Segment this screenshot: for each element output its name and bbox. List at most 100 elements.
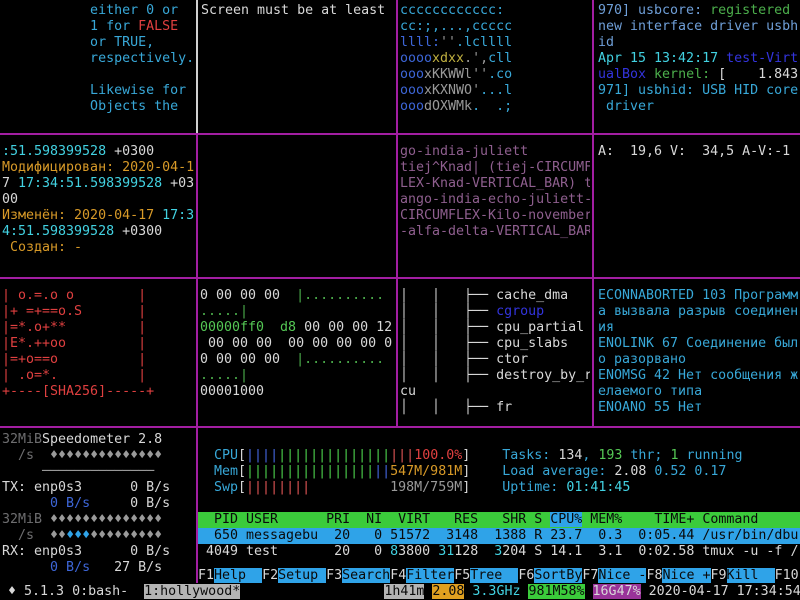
text-segment: A: 19,6 V: 34,5 A-V:-1 <box>598 144 790 159</box>
pane-phonetic-text[interactable]: go-india-julietttiej^Knad| (tiej-CIRCUMF… <box>400 144 590 240</box>
terminal-line: ango-india-echo-juliett- <box>400 192 590 208</box>
process-table-header: PID USER PRI NI VIRT RES SHR S CPU% MEM%… <box>198 512 800 528</box>
terminal-line: id <box>598 35 800 51</box>
fkey-nice-plus-label[interactable]: Nice + <box>662 568 710 583</box>
pane-border[interactable] <box>196 0 198 133</box>
pane-hexdump[interactable]: 0 00 00 00 |...............|00000ff0 d8 … <box>200 288 394 400</box>
terminal-line: tiej^Knad| (tiej-CIRCUMF <box>400 160 590 176</box>
text-segment: |=*.o+** | <box>2 320 146 335</box>
text-segment: TX: enp0s3 0 B/s <box>2 480 170 495</box>
fkey-sortby-label[interactable]: SortBy <box>534 568 582 583</box>
text-segment: |.......... <box>296 352 384 367</box>
fkey-f6[interactable]: F6 <box>518 568 534 583</box>
text-segment: Создан: - <box>2 240 82 255</box>
text-segment: 0.52 <box>654 464 694 479</box>
text-segment: || <box>374 464 390 479</box>
text-segment: ooo <box>400 83 424 98</box>
tmux-terminal-screen: either 0 or 1 for FALSE or TRUE, respect… <box>0 0 800 600</box>
pane-border[interactable] <box>0 277 800 279</box>
text-segment: .lc <box>456 35 480 50</box>
fkey-f8[interactable]: F8 <box>646 568 662 583</box>
text-segment: |.......... <box>296 288 384 303</box>
fkey-search-label[interactable]: Search <box>342 568 390 583</box>
terminal-line: respectively. <box>2 51 194 67</box>
terminal-line: Mem[||||||||||||||||||547M/981M] Load av… <box>198 464 800 480</box>
text-segment: /s <box>2 528 50 543</box>
fkey-f1[interactable]: F1 <box>198 568 214 583</box>
pane-errno-list[interactable]: ECONNABORTED 103 Программа вызвала разры… <box>598 288 800 416</box>
window-item-bash[interactable]: 0:bash- <box>72 584 128 599</box>
pane-av-readout[interactable]: A: 19,6 V: 34,5 A-V:-1 <box>598 144 800 160</box>
pane-tree-listing[interactable]: │ │ ├── cache_dma│ │ ├── cgroup│ │ ├── c… <box>400 288 590 416</box>
pane-border[interactable] <box>592 135 594 277</box>
fkey-f7[interactable]: F7 <box>582 568 598 583</box>
pane-border[interactable] <box>592 279 594 426</box>
text-segment: ango-india-echo-juliett- <box>400 192 590 207</box>
text-segment: MEM% TIME+ Command <box>582 512 790 527</box>
terminal-line: │ │ ├── destroy_by_r <box>400 368 590 384</box>
terminal-line: │ │ ├── fr <box>400 400 590 416</box>
pane-doc-text[interactable]: either 0 or 1 for FALSE or TRUE, respect… <box>2 3 194 115</box>
terminal-line: |+ =+==o.S | <box>2 304 194 320</box>
terminal-line: 32MiB ♦♦♦♦♦♦♦♦♦♦♦♦♦♦ <box>2 512 194 528</box>
pane-border[interactable] <box>0 426 800 428</box>
text-segment: Tasks: <box>502 448 558 463</box>
text-segment: 01:41:45 <box>566 480 630 495</box>
fkey-f5[interactable]: F5 <box>454 568 470 583</box>
process-row-selected[interactable]: 650 messagebu 20 0 51572 3148 1388 R 23.… <box>198 528 800 544</box>
pane-border[interactable] <box>196 135 198 277</box>
terminal-line: 0 00 00 00 |.......... <box>200 288 394 304</box>
text-segment: xKXNWO <box>424 83 472 98</box>
pane-border[interactable] <box>396 279 398 426</box>
text-segment: cgroup <box>496 304 544 319</box>
status-datetime: 2020-04-17 17:34:54 <box>649 584 800 599</box>
fkey-f10[interactable]: F10 <box>775 568 799 583</box>
pane-ascii-art[interactable]: cccccccccccc:cc:;,...,cccccllll:''.lclll… <box>400 3 590 115</box>
terminal-line: Изменён: 2020-04-17 17:3 <box>2 208 194 224</box>
terminal-line: Apr 15 13:42:17 test-Virt <box>598 51 800 67</box>
pane-border[interactable] <box>0 133 800 135</box>
text-segment: ||| <box>390 448 414 463</box>
fkey-f4[interactable]: F4 <box>390 568 406 583</box>
htop-function-keys[interactable]: F1Help F2Setup F3SearchF4FilterF5Tree F6… <box>198 568 800 584</box>
text-segment: llll: <box>400 35 440 50</box>
text-segment: PID USER PRI NI VIRT RES SHR S <box>198 512 550 527</box>
pane-speedometer[interactable]: 32MiBSpeedometer 2.8 /s ♦♦♦♦♦♦♦♦♦♦♦♦♦♦ ─… <box>2 432 194 576</box>
pane-ssh-randomart[interactable]: | o.=.o o ||+ =+==o.S ||=*.o+** ||E*.++o… <box>2 288 194 400</box>
tmux-status-bar[interactable]: ♦ 5.1.3 0:bash- 1:hollywood* 1h41m 2.08 … <box>0 584 800 600</box>
fkey-tree-label[interactable]: Tree <box>470 568 518 583</box>
terminal-line: 971] usbhid: USB HID core <box>598 83 800 99</box>
terminal-line: 0 B/s 27 B/s <box>2 560 194 576</box>
fkey-f2[interactable]: F2 <box>262 568 278 583</box>
fkey-f3[interactable]: F3 <box>326 568 342 583</box>
terminal-line: Screen must be at least <box>201 3 394 19</box>
pane-border[interactable] <box>396 0 398 133</box>
fkey-f9[interactable]: F9 <box>711 568 727 583</box>
pane-htop[interactable]: CPU[|||||||||||||||||||||100.0%] Tasks: … <box>198 432 800 560</box>
pane-screen-message[interactable]: Screen must be at least <box>201 3 394 19</box>
pane-border[interactable] <box>396 135 398 277</box>
fkey-setup-label[interactable]: Setup <box>278 568 326 583</box>
pane-border[interactable] <box>196 279 198 426</box>
process-row[interactable]: 4049 test 20 0 83800 31128 3204 S 14.1 3… <box>198 544 800 560</box>
terminal-line: 00 <box>2 192 194 208</box>
text-segment: 27 B/s <box>114 560 162 575</box>
terminal-line: | .o=*. | <box>2 368 194 384</box>
fkey-kill-label[interactable]: Kill <box>727 568 775 583</box>
text-segment: ♦♦♦♦♦♦♦♦♦♦♦♦♦♦ <box>50 512 162 527</box>
window-item-hollywood[interactable]: 1:hollywood* <box>144 584 240 599</box>
pane-dmesg-log[interactable]: 970] usbcore: registered new interface d… <box>598 3 800 115</box>
pane-file-stat[interactable]: :51.598399528 +0300Модифицирован: 2020-0… <box>2 144 194 256</box>
fkey-filter-label[interactable]: Filter <box>406 568 454 583</box>
text-segment: cache_dma <box>496 288 568 303</box>
terminal-line: ECONNABORTED 103 Программ <box>598 288 800 304</box>
text-segment: , <box>582 448 598 463</box>
fkey-help-label[interactable]: Help <box>214 568 262 583</box>
status-uptime: 1h41m <box>384 584 424 599</box>
terminal-line: cu <box>400 384 590 400</box>
sort-column-cpu[interactable]: CPU% <box>550 512 582 527</box>
pane-border[interactable] <box>592 0 594 133</box>
text-segment: cll <box>488 51 512 66</box>
text-segment <box>2 464 42 479</box>
fkey-nice-minus-label[interactable]: Nice - <box>598 568 646 583</box>
